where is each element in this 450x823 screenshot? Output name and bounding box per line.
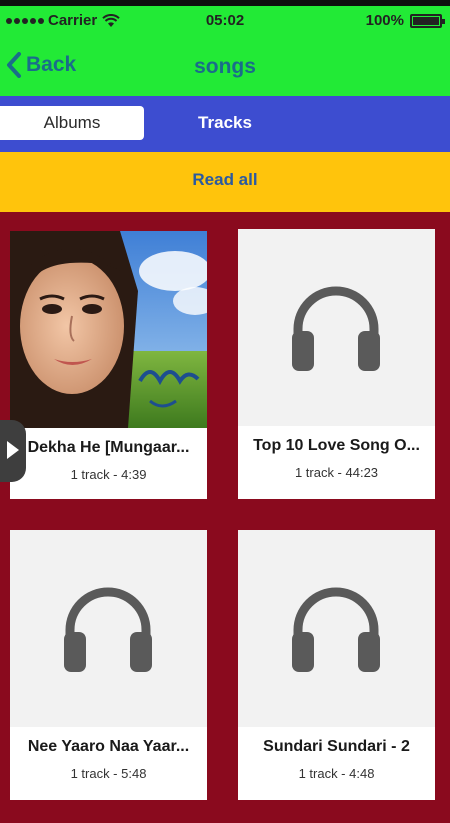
mini-player-handle[interactable] bbox=[0, 420, 26, 482]
album-card[interactable]: Nee Yaaro Naa Yaar... 1 track - 5:48 bbox=[10, 530, 207, 800]
page-title: songs bbox=[194, 55, 256, 78]
album-meta: 1 track - 4:39 bbox=[70, 467, 147, 482]
headphones-icon bbox=[292, 587, 380, 672]
status-battery-group: 100% bbox=[365, 12, 445, 29]
headphones-icon bbox=[64, 587, 152, 672]
album-card[interactable]: Sundari Sundari - 2 1 track - 4:48 bbox=[238, 530, 435, 800]
battery-percent: 100% bbox=[365, 12, 404, 29]
tab-albums[interactable]: Albums bbox=[0, 106, 144, 140]
album-cover-image bbox=[10, 231, 207, 428]
album-card[interactable]: Top 10 Love Song O... 1 track - 44:23 bbox=[238, 229, 435, 499]
segmented-tabs: Albums Tracks bbox=[0, 96, 450, 152]
album-card[interactable]: Dekha He [Mungaar... 1 track - 4:39 bbox=[10, 231, 207, 499]
tab-tracks[interactable]: Tracks bbox=[150, 106, 300, 140]
read-all-button[interactable]: Read all bbox=[192, 170, 257, 189]
album-meta: 1 track - 5:48 bbox=[70, 766, 147, 781]
play-icon bbox=[7, 441, 19, 459]
status-bar: Carrier 05:02 100% bbox=[0, 0, 450, 44]
album-art bbox=[238, 530, 435, 727]
album-art bbox=[10, 530, 207, 727]
album-title: Top 10 Love Song O... bbox=[253, 437, 420, 454]
headphones-icon bbox=[292, 286, 380, 371]
album-art bbox=[10, 231, 207, 428]
album-title: Dekha He [Mungaar... bbox=[27, 439, 190, 456]
album-meta: 1 track - 44:23 bbox=[294, 465, 379, 480]
album-meta: 1 track - 4:48 bbox=[298, 766, 375, 781]
battery-icon bbox=[410, 13, 445, 28]
album-title: Nee Yaaro Naa Yaar... bbox=[27, 738, 190, 755]
read-all-bar: Read all bbox=[0, 152, 450, 212]
navigation-bar: Back songs bbox=[0, 44, 450, 96]
album-grid: Dekha He [Mungaar... 1 track - 4:39 Top … bbox=[0, 212, 450, 823]
album-art bbox=[238, 229, 435, 426]
album-title: Sundari Sundari - 2 bbox=[263, 738, 410, 755]
